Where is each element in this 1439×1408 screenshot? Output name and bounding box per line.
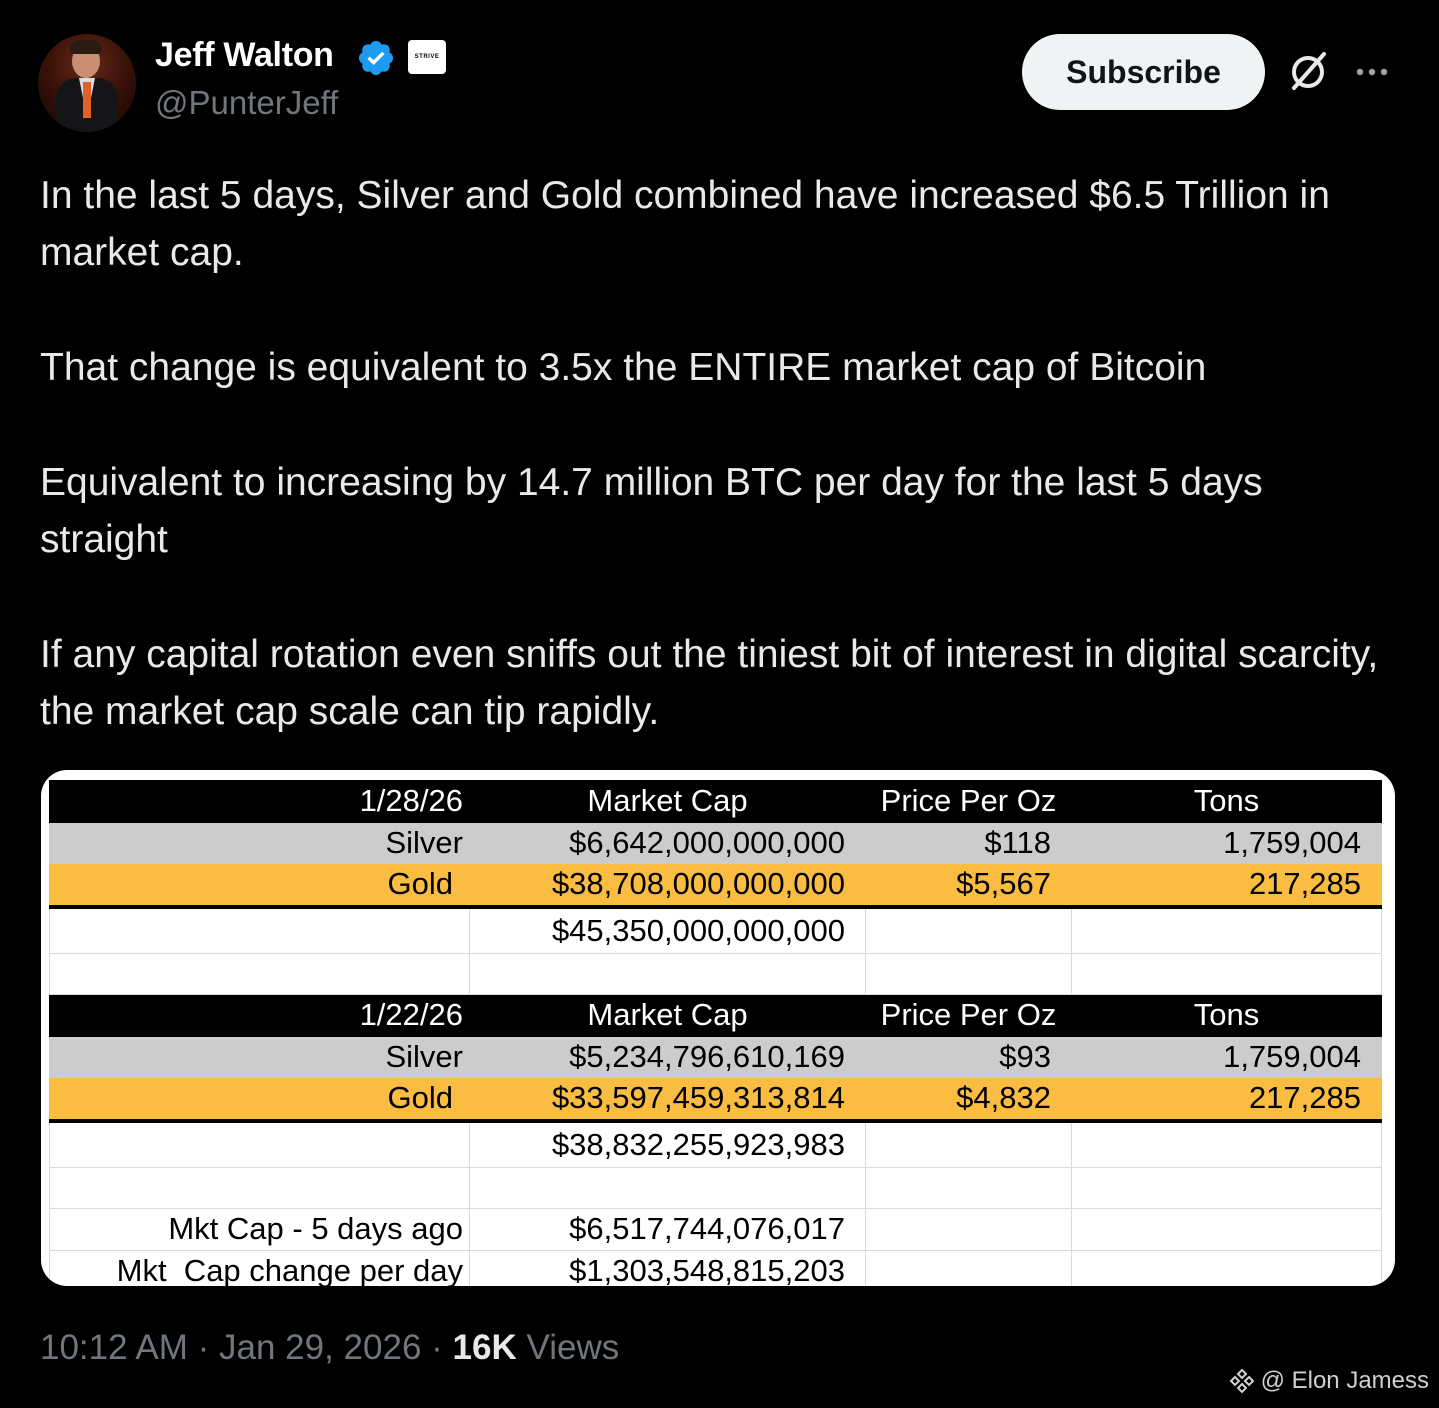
views-label: Views <box>526 1328 620 1367</box>
grok-icon[interactable] <box>1284 48 1332 96</box>
affiliate-badge[interactable]: STRIVE <box>408 40 446 74</box>
table-row-empty <box>49 952 1382 995</box>
table-cell: 1/22/26 <box>49 994 470 1037</box>
more-options-icon[interactable] <box>1352 52 1392 92</box>
table-header-row: 1/28/26 Market Cap Price Per Oz Tons <box>49 780 1382 823</box>
table-cell: $93 <box>865 1035 1072 1078</box>
table-row-summary: Mkt Cap - 5 days ago $6,517,744,076,017 <box>49 1208 1382 1251</box>
post-paragraph: Equivalent to increasing by 14.7 million… <box>40 461 1263 561</box>
table-cell: 1,759,004 <box>1071 1035 1382 1078</box>
post-paragraph: If any capital rotation even sniffs out … <box>40 633 1379 733</box>
post-meta: 10:12 AM · Jan 29, 2026 · 16K Views <box>40 1328 620 1367</box>
table-cell: Price Per Oz <box>865 780 1072 823</box>
table-cell: $38,832,255,923,983 <box>469 1120 866 1168</box>
table-cell: Gold <box>49 863 470 909</box>
post-paragraph: That change is equivalent to 3.5x the EN… <box>40 346 1207 389</box>
table-cell: 1/28/26 <box>49 780 470 823</box>
table-cell: $38,708,000,000,000 <box>469 863 866 909</box>
table-cell: Market Cap <box>469 780 866 823</box>
table-row-total: $38,832,255,923,983 <box>49 1120 1382 1168</box>
author-name[interactable]: Jeff Walton <box>155 36 334 75</box>
table-cell: $118 <box>865 821 1072 864</box>
views-count: 16K <box>452 1328 517 1367</box>
tweet: Jeff Walton STRIVE @PunterJeff Subscribe… <box>0 0 1439 1408</box>
table-cell: 217,285 <box>1071 1077 1382 1123</box>
table-cell: 217,285 <box>1071 863 1382 909</box>
table-row-silver: Silver $5,234,796,610,169 $93 1,759,004 <box>49 1035 1382 1078</box>
author-avatar[interactable] <box>38 34 136 132</box>
table-cell: Tons <box>1071 780 1382 823</box>
table-cell: $6,642,000,000,000 <box>469 821 866 864</box>
table-cell: Mkt Cap - 5 days ago <box>49 1208 470 1251</box>
table-row-gold: Gold $33,597,459,313,814 $4,832 217,285 <box>49 1077 1382 1123</box>
table-cell: $5,234,796,610,169 <box>469 1035 866 1078</box>
watermark: @ Elon Jamess <box>1229 1367 1429 1395</box>
table-row-total: $45,350,000,000,000 <box>49 906 1382 954</box>
table-cell: Gold <box>49 1077 470 1123</box>
table-cell: Tons <box>1071 994 1382 1037</box>
verified-badge-icon <box>358 40 394 76</box>
table-cell: Mkt Cap change per day <box>49 1249 470 1286</box>
table-cell: $33,597,459,313,814 <box>469 1077 866 1123</box>
table-row-gold: Gold $38,708,000,000,000 $5,567 217,285 <box>49 863 1382 909</box>
market-cap-table: 1/28/26 Market Cap Price Per Oz Tons Sil… <box>49 780 1382 1286</box>
post-paragraph: In the last 5 days, Silver and Gold comb… <box>40 174 1330 274</box>
table-cell: $1,303,548,815,203 <box>469 1249 866 1286</box>
table-header-row: 1/22/26 Market Cap Price Per Oz Tons <box>49 994 1382 1037</box>
table-cell: 1,759,004 <box>1071 821 1382 864</box>
table-cell: Market Cap <box>469 994 866 1037</box>
table-cell: $4,832 <box>865 1077 1072 1123</box>
table-cell: Silver <box>49 1035 470 1078</box>
post-time[interactable]: 10:12 AM <box>40 1328 188 1367</box>
table-cell: Price Per Oz <box>865 994 1072 1037</box>
watermark-text: @ Elon Jamess <box>1260 1367 1429 1394</box>
post-date[interactable]: Jan 29, 2026 <box>219 1328 421 1367</box>
table-row-empty <box>49 1166 1382 1209</box>
author-handle[interactable]: @PunterJeff <box>155 84 338 122</box>
attached-image-spreadsheet[interactable]: 1/28/26 Market Cap Price Per Oz Tons Sil… <box>41 770 1395 1286</box>
table-cell: $6,517,744,076,017 <box>469 1208 866 1251</box>
table-cell: $45,350,000,000,000 <box>469 906 866 954</box>
diamond-logo-icon <box>1229 1368 1254 1394</box>
table-row-silver: Silver $6,642,000,000,000 $118 1,759,004 <box>49 821 1382 864</box>
table-cell: $5,567 <box>865 863 1072 909</box>
subscribe-button[interactable]: Subscribe <box>1022 34 1265 110</box>
table-cell: Silver <box>49 821 470 864</box>
table-row-summary: Mkt Cap change per day $1,303,548,815,20… <box>49 1249 1382 1286</box>
